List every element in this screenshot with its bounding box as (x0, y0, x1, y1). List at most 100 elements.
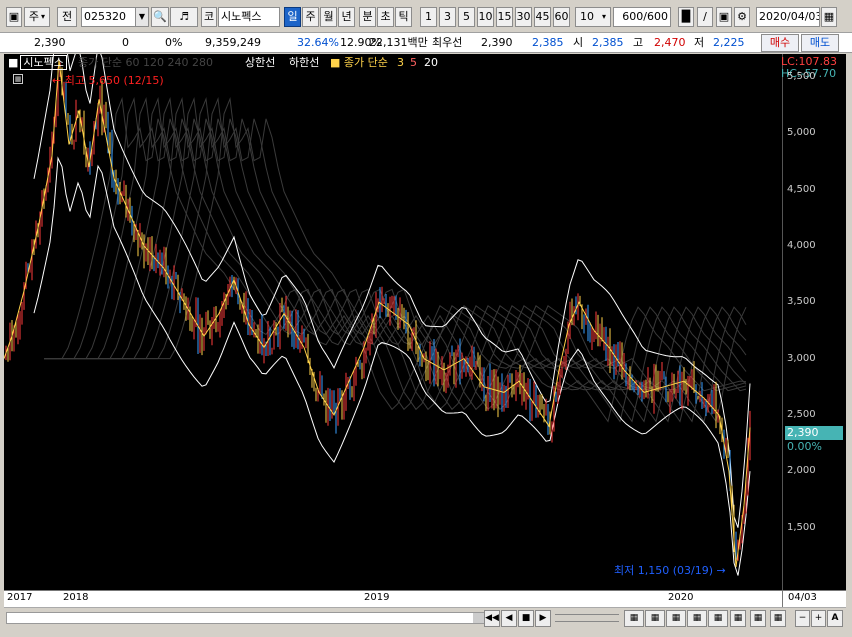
legend-upper: 상한선 (245, 56, 276, 69)
legend-lower: 하한선 (289, 56, 320, 69)
view-icon-3[interactable]: ▦ (666, 610, 686, 627)
interval-45[interactable]: 45 (534, 7, 551, 27)
high-marker: ← 최고 5,650 (12/15) (52, 74, 164, 87)
timeframe-6[interactable]: 틱 (395, 7, 412, 27)
interval-60[interactable]: 60 (553, 7, 570, 27)
save-icon[interactable]: ▣ (716, 7, 732, 27)
stock-name: 시노펙스 (221, 10, 262, 23)
date-field[interactable]: 2020/04/03 (756, 7, 820, 27)
gear-icon[interactable]: ⚙ (734, 7, 750, 27)
scroll-prev-icon[interactable]: ◀ (501, 610, 517, 627)
x-tick-2017: 2017 (7, 592, 33, 603)
view-icon-2[interactable]: ▦ (645, 610, 665, 627)
high-label: 고 (633, 36, 644, 49)
legend-stock: ■ 시노펙스 (8, 55, 67, 70)
legend-stock-name: 시노펙스 (20, 55, 67, 70)
legend-ma3: 3 (397, 56, 404, 69)
volume-ratio: 32.64% (297, 36, 339, 49)
scroll-track[interactable] (6, 612, 486, 624)
text-icon[interactable]: A (827, 610, 843, 627)
count-current: 600 (622, 10, 644, 23)
interval-select-value: 10 (579, 10, 594, 23)
interval-select[interactable]: 10 ▾ (575, 7, 611, 27)
volume-value: 9,359,249 (205, 36, 261, 49)
buy-button[interactable]: 매수 (761, 34, 799, 52)
chevron-down-icon[interactable]: ▼ (135, 8, 148, 26)
stock-name-field[interactable]: 시노펙스 (218, 7, 280, 27)
view-icon-8[interactable]: ▦ (770, 610, 786, 627)
bottom-controls: ◀◀ ◀ ■ ▶ ▦ ▦ ▦ ▦ ▦ ▦ ▦ ▦ − + A (4, 607, 846, 629)
interval-1[interactable]: 1 (420, 7, 437, 27)
timeframe-0[interactable]: 일 (284, 7, 301, 27)
interval-5[interactable]: 5 (458, 7, 475, 27)
x-axis: 2017 2018 2019 2020 04/03 (4, 590, 846, 608)
y-tick-5: 3,000 (787, 352, 816, 364)
amount-value: 22,131백만 (369, 36, 428, 49)
line-tool-icon[interactable]: ∕ (697, 7, 713, 27)
interval-10[interactable]: 10 (477, 7, 494, 27)
sell-button[interactable]: 매도 (801, 34, 839, 52)
timeframe-3[interactable]: 년 (338, 7, 355, 27)
timeframe-1[interactable]: 주 (302, 7, 319, 27)
y-axis: LC:107.83 HC:-57.70 5,500 5,000 4,500 4,000… (781, 54, 846, 590)
timeframe-5[interactable]: 초 (377, 7, 394, 27)
timeframe-4[interactable]: 분 (359, 7, 376, 27)
calendar-icon[interactable]: ▦ (821, 7, 837, 27)
last-price-tag: 2,390 (785, 426, 843, 440)
timeframe-2[interactable]: 월 (320, 7, 337, 27)
ma-long-line (44, 97, 747, 423)
ma-long-line (44, 97, 747, 423)
market-button[interactable]: 코 (201, 7, 217, 27)
x-axis-divider (782, 591, 783, 608)
prev-label: 전 (61, 10, 73, 23)
last-pct: 0.00% (787, 440, 822, 453)
chart-type-icon[interactable]: █ (678, 7, 694, 27)
zoom-slider[interactable] (555, 614, 619, 622)
open-price: 2,385 (592, 36, 624, 49)
view-icon-1[interactable]: ▦ (624, 610, 644, 627)
ask-price: 2,385 (532, 36, 564, 49)
view-icon-4[interactable]: ▦ (687, 610, 707, 627)
y-tick-1: 5,000 (787, 127, 816, 139)
view-icon-7[interactable]: ▦ (750, 610, 766, 627)
ma-long-line (44, 97, 747, 423)
interval-3[interactable]: 3 (439, 7, 456, 27)
count-field[interactable]: 600/600 (613, 7, 671, 27)
period-select[interactable]: 주 ▾ (24, 7, 50, 27)
window-icon[interactable]: ▣ (6, 7, 22, 27)
price-chart[interactable] (4, 54, 782, 590)
scroll-start-icon[interactable]: ◀◀ (484, 610, 500, 627)
price-value: 2,390 (34, 36, 66, 49)
low-label: 저 (694, 36, 705, 49)
low-price: 2,225 (713, 36, 745, 49)
y-tick-8: 1,500 (787, 521, 816, 533)
stop-icon[interactable]: ■ (518, 610, 534, 627)
y-tick-0: 5,500 (787, 70, 816, 82)
legend-ma20: 20 (424, 56, 438, 69)
ma3-line (4, 59, 751, 568)
code-input[interactable]: 025320 ▼ (81, 7, 149, 27)
change-value: 0 (122, 36, 129, 49)
best-price: 2,390 (481, 36, 513, 49)
scroll-next-icon[interactable]: ▶ (535, 610, 551, 627)
y-tick-4: 3,500 (787, 296, 816, 308)
ma-long-line (44, 97, 747, 423)
interval-30[interactable]: 30 (515, 7, 532, 27)
legend-ma-title-text: 종가 단순 (343, 56, 388, 69)
date-value: 2020/04/03 (759, 10, 820, 23)
ma-long-line (44, 97, 747, 423)
zoom-out-icon[interactable]: − (795, 610, 810, 627)
search-icon[interactable]: 🔍 (151, 7, 169, 27)
x-tick-2020: 2020 (668, 592, 694, 603)
ma-long-line (44, 97, 747, 423)
legend-ma5: 5 (410, 56, 417, 69)
sound-icon[interactable]: ♬ (170, 7, 198, 27)
y-tick-6: 2,500 (787, 408, 816, 420)
view-icon-6[interactable]: ▦ (730, 610, 746, 627)
interval-15[interactable]: 15 (496, 7, 513, 27)
prev-button[interactable]: 전 (57, 7, 77, 27)
legend-ma-long: 종가 단순 60 120 240 280 (78, 56, 213, 69)
zoom-in-icon[interactable]: + (811, 610, 826, 627)
view-icon-5[interactable]: ▦ (708, 610, 728, 627)
grid-icon[interactable]: ▦ (13, 74, 23, 84)
